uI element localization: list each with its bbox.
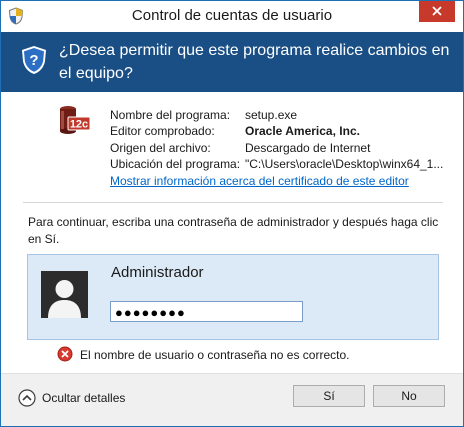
program-location-value: "C:\Users\oracle\Desktop\winx64_1... — [245, 157, 444, 171]
question-banner: ? ¿Desea permitir que este programa real… — [1, 32, 463, 92]
program-name-value: setup.exe — [245, 108, 298, 122]
uac-dialog: Control de cuentas de usuario ? ¿Desea p… — [0, 0, 464, 427]
user-avatar — [41, 271, 88, 318]
title-bar: Control de cuentas de usuario — [1, 1, 463, 32]
username-label: Administrador — [111, 264, 204, 281]
yes-button[interactable]: Sí — [293, 385, 365, 407]
no-button[interactable]: No — [373, 385, 445, 407]
chevron-up-circle-icon[interactable] — [18, 389, 36, 411]
divider — [23, 202, 443, 203]
user-silhouette-icon — [48, 280, 81, 318]
file-origin-label: Origen del archivo: — [110, 141, 211, 155]
hide-details-toggle[interactable]: Ocultar detalles — [42, 391, 125, 405]
error-icon — [57, 346, 73, 366]
uac-shield-large-icon: ? — [21, 45, 47, 79]
question-text: ¿Desea permitir que este programa realic… — [59, 42, 450, 82]
publisher-value: Oracle America, Inc. — [245, 124, 360, 138]
certificate-link[interactable]: Mostrar información acerca del certifica… — [110, 174, 409, 188]
publisher-label: Editor comprobado: — [110, 124, 215, 138]
file-origin-value: Descargado de Internet — [245, 141, 371, 155]
close-icon — [432, 6, 442, 16]
program-name-label: Nombre del programa: — [110, 108, 231, 122]
credential-instruction: Para continuar, escriba una contraseña d… — [28, 215, 439, 246]
program-icon: 12c — [58, 104, 92, 138]
credential-tile[interactable]: Administrador ●●●●●●●● — [27, 254, 439, 340]
error-message: El nombre de usuario o contraseña no es … — [80, 348, 350, 362]
password-field[interactable]: ●●●●●●●● — [110, 301, 303, 322]
close-button[interactable] — [419, 1, 455, 22]
footer-bar: Ocultar detalles Sí No — [1, 373, 463, 426]
program-icon-label: 12c — [70, 119, 88, 131]
program-location-label: Ubicación del programa: — [110, 157, 241, 171]
svg-text:?: ? — [29, 52, 38, 69]
window-title: Control de cuentas de usuario — [131, 7, 333, 24]
